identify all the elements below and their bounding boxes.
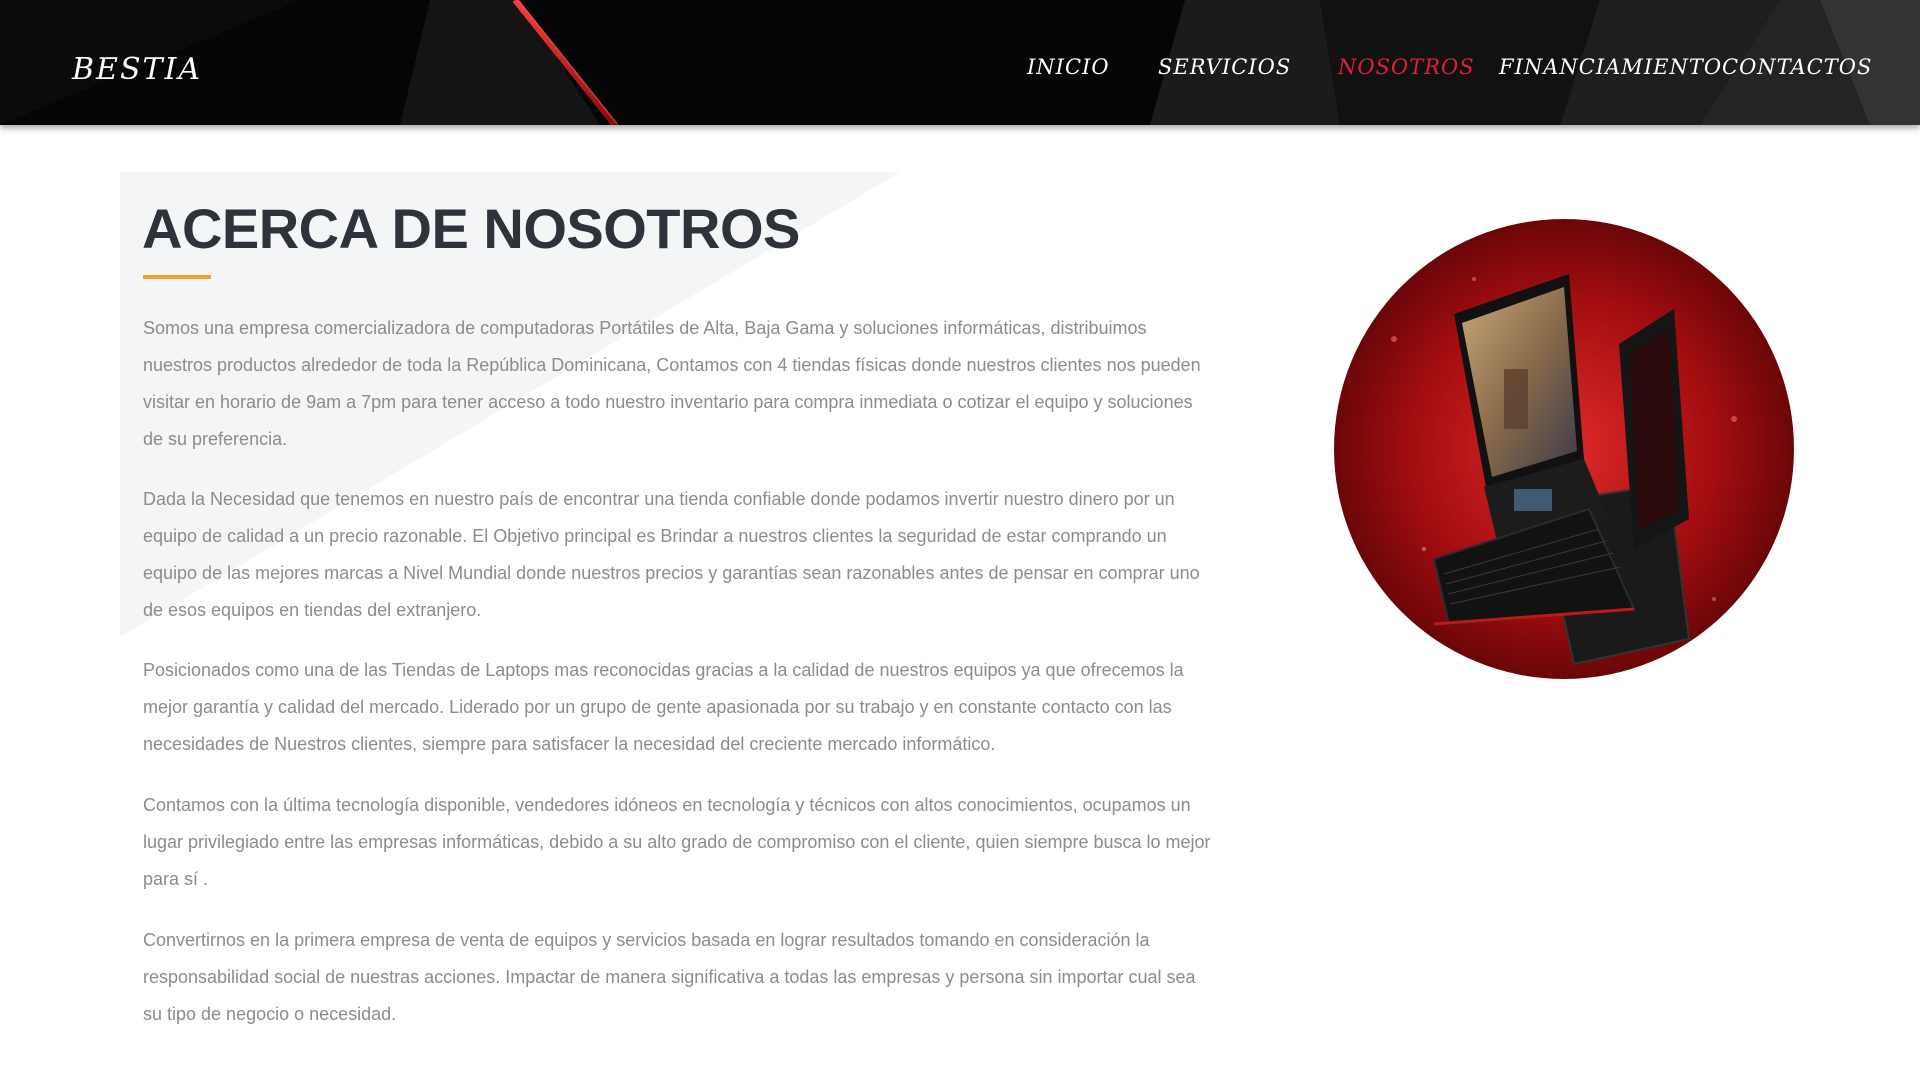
nav-item-inicio[interactable]: INICIO xyxy=(1027,55,1110,79)
title-underline xyxy=(143,275,211,279)
nav-item-financiamiento[interactable]: FINANCIAMIENTO xyxy=(1499,55,1722,79)
about-paragraph-3: Posicionados como una de las Tiendas de … xyxy=(143,660,1184,754)
top-navbar: BESTIA INICIO SERVICIOS NOSOTROS FINANCI… xyxy=(0,0,1920,125)
brand-logo[interactable]: BESTIA xyxy=(72,52,202,87)
about-paragraph-2: Dada la Necesidad que tenemos en nuestro… xyxy=(143,489,1200,620)
laptop-illustration xyxy=(1334,219,1794,679)
about-paragraph-4: Contamos con la última tecnología dispon… xyxy=(143,795,1211,889)
about-paragraph-5: Convertirnos en la primera empresa de ve… xyxy=(143,930,1196,1024)
about-paragraph-1: Somos una empresa comercializadora de co… xyxy=(143,318,1201,449)
page-title: ACERCA DE NOSOTROS xyxy=(142,197,800,260)
nav-item-servicios[interactable]: SERVICIOS xyxy=(1158,55,1291,79)
nav-item-nosotros[interactable]: NOSOTROS xyxy=(1338,55,1475,79)
laptop-image xyxy=(1334,219,1794,679)
nav-item-contactos[interactable]: CONTACTOS xyxy=(1722,55,1872,79)
